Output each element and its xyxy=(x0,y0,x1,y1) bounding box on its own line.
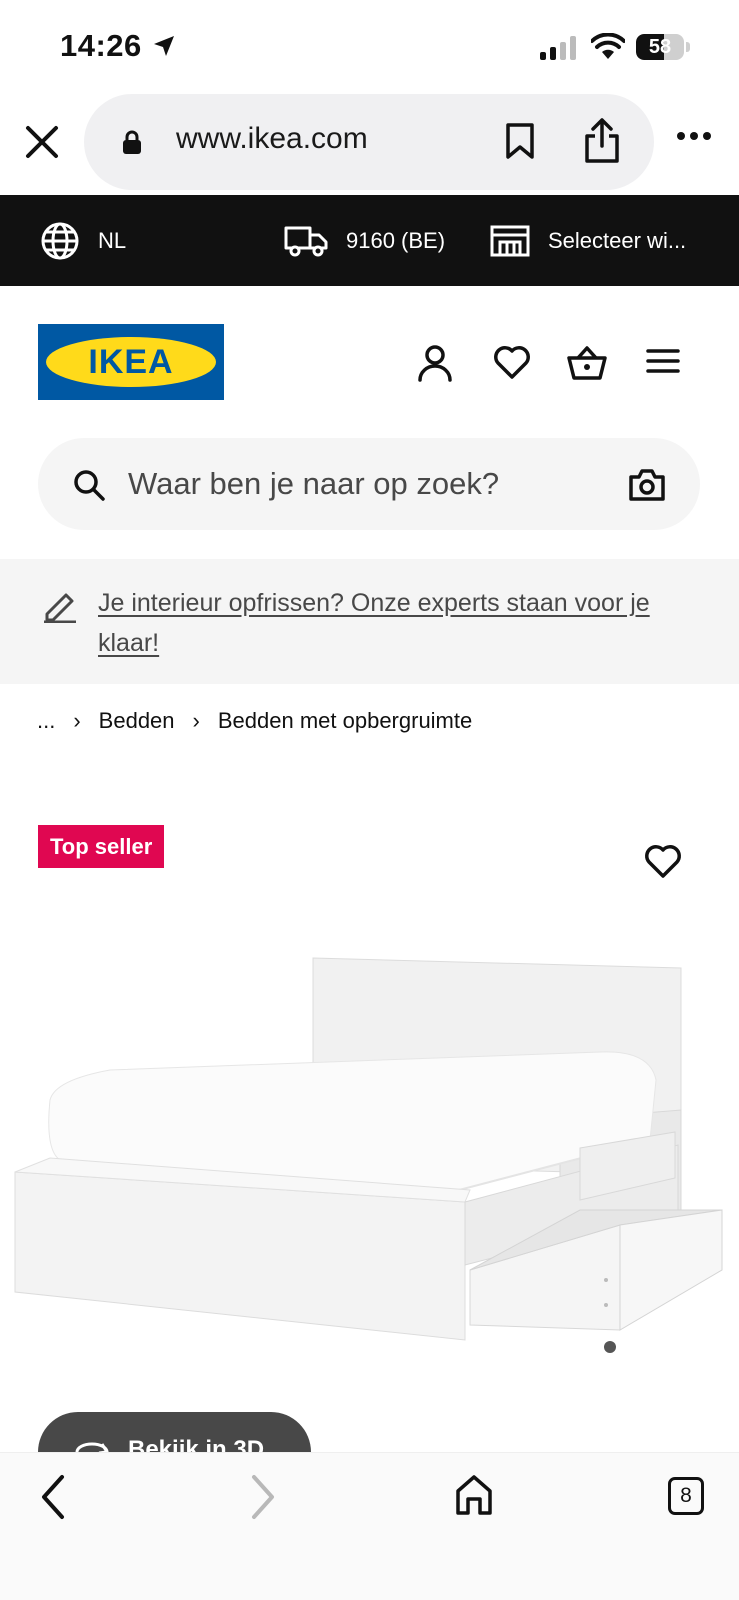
logo-text: IKEA xyxy=(88,342,174,381)
breadcrumb-item-bedden[interactable]: Bedden xyxy=(99,708,175,734)
product-image-bed[interactable] xyxy=(0,920,739,1380)
wifi-icon xyxy=(591,33,625,59)
ikea-logo[interactable]: IKEA xyxy=(38,324,224,400)
account-icon[interactable] xyxy=(417,344,453,382)
search-placeholder: Waar ben je naar op zoek? xyxy=(128,466,500,501)
status-time: 14:26 xyxy=(60,28,142,63)
bookmark-icon[interactable] xyxy=(504,122,536,160)
delivery-postcode[interactable]: 9160 (BE) xyxy=(284,195,445,286)
search-input[interactable]: Waar ben je naar op zoek? xyxy=(38,438,700,530)
browser-bottom-toolbar: 8 xyxy=(0,1452,739,1600)
globe-icon xyxy=(41,222,79,259)
close-icon[interactable] xyxy=(22,122,62,162)
add-to-favourites-icon[interactable] xyxy=(644,843,682,879)
battery-icon: 58 xyxy=(636,34,684,60)
truck-icon xyxy=(284,226,328,256)
url-bar[interactable]: www.ikea.com xyxy=(84,94,654,190)
search-icon xyxy=(74,470,105,501)
battery-tip xyxy=(686,42,690,52)
back-icon[interactable] xyxy=(38,1473,68,1521)
breadcrumb-ellipsis[interactable]: ... xyxy=(37,708,55,734)
more-options-icon[interactable] xyxy=(676,130,712,142)
tabs-button[interactable]: 8 xyxy=(668,1477,704,1515)
share-icon[interactable] xyxy=(582,116,622,164)
store-selector[interactable]: Selecteer wi... xyxy=(490,195,686,286)
battery-percent: 58 xyxy=(648,36,672,58)
breadcrumb-item-bedden-opberg[interactable]: Bedden met opbergruimte xyxy=(218,708,472,734)
store-label: Selecteer wi... xyxy=(548,227,687,253)
status-bar: 14:26 58 xyxy=(0,0,739,90)
url-text[interactable]: www.ikea.com xyxy=(176,122,368,156)
language-selector[interactable]: NL xyxy=(40,195,126,286)
cellular-signal-icon xyxy=(540,36,576,60)
top-utility-bar: NL 9160 (BE) Selecteer wi... xyxy=(0,195,739,286)
forward-icon[interactable] xyxy=(248,1473,278,1521)
pencil-icon xyxy=(44,593,76,623)
home-icon[interactable] xyxy=(454,1473,494,1517)
store-icon xyxy=(490,225,530,256)
breadcrumb: ... › Bedden › Bedden met opbergruimte xyxy=(37,708,472,734)
camera-icon[interactable] xyxy=(628,468,666,502)
delivery-label: 9160 (BE) xyxy=(346,227,446,253)
lock-icon xyxy=(123,130,141,154)
favourites-icon[interactable] xyxy=(493,344,531,380)
banner-link[interactable]: Je interieur opfrissen? Onze experts sta… xyxy=(98,583,698,663)
promo-banner: Je interieur opfrissen? Onze experts sta… xyxy=(0,559,739,684)
language-label: NL xyxy=(98,227,127,253)
chevron-right-icon: › xyxy=(192,708,200,733)
top-seller-badge: Top seller xyxy=(38,825,165,868)
chevron-right-icon: › xyxy=(73,708,81,733)
location-arrow-icon xyxy=(154,36,174,56)
menu-icon[interactable] xyxy=(646,344,680,378)
cart-icon[interactable] xyxy=(566,344,608,382)
